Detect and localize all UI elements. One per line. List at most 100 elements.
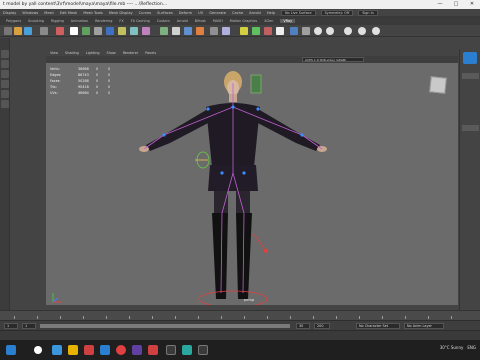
- menu-curves[interactable]: Curves: [139, 11, 151, 15]
- range-start-field[interactable]: 1: [22, 323, 36, 329]
- search-icon[interactable]: [34, 346, 42, 354]
- shelf-tab-arnold[interactable]: Arnold: [177, 19, 188, 23]
- paint-tool-icon[interactable]: [1, 70, 9, 78]
- shelf-tool-icon[interactable]: [118, 27, 126, 35]
- shelf-tab-sculpting[interactable]: Sculpting: [28, 19, 44, 23]
- app-icon[interactable]: [100, 345, 110, 355]
- shelf-tool-icon[interactable]: [210, 27, 218, 35]
- viewport-menu-renderer[interactable]: Renderer: [123, 51, 138, 55]
- rotate-tool-icon[interactable]: [1, 90, 9, 98]
- shelf-tool-icon[interactable]: [372, 27, 380, 35]
- shelf-tool-icon[interactable]: [14, 27, 22, 35]
- shelf-tab-rendering[interactable]: Rendering: [95, 19, 112, 23]
- viewport-menu-show[interactable]: Show: [107, 51, 116, 55]
- shelf-tab-mash[interactable]: MASH: [213, 19, 223, 23]
- shelf-tool-icon[interactable]: [82, 27, 90, 35]
- shelf-tool-icon[interactable]: [264, 27, 272, 35]
- menu-edit-mesh[interactable]: Edit Mesh: [60, 11, 78, 15]
- menu-uv[interactable]: UV: [198, 11, 203, 15]
- color-management-dropdown[interactable]: ACES 1.0 SDR-video (sRGB): [302, 57, 364, 62]
- edge-icon[interactable]: [52, 345, 62, 355]
- command-line[interactable]: [0, 330, 480, 340]
- menu-display[interactable]: Display: [3, 11, 16, 15]
- viewport-menu-view[interactable]: View: [50, 51, 58, 55]
- app-icon[interactable]: [132, 345, 142, 355]
- shelf-tool-icon[interactable]: [344, 27, 352, 35]
- shelf-tool-icon[interactable]: [196, 27, 204, 35]
- character-set-dropdown[interactable]: No Character Set: [356, 323, 400, 329]
- shelf-tab-custom[interactable]: Custom: [157, 19, 170, 23]
- shelf-tool-icon[interactable]: [24, 27, 32, 35]
- shelf-tool-icon[interactable]: [160, 27, 168, 35]
- shelf-tool-icon[interactable]: [142, 27, 150, 35]
- app-icon[interactable]: [84, 345, 94, 355]
- chrome-icon[interactable]: [116, 345, 126, 355]
- close-button[interactable]: ✕: [464, 0, 480, 9]
- shelf-tool-icon[interactable]: [252, 27, 260, 35]
- panel-section[interactable]: [462, 125, 479, 131]
- shelf-tool-icon[interactable]: [70, 27, 78, 35]
- shelf-tab-bifrost[interactable]: Bifrost: [195, 19, 206, 23]
- range-slider[interactable]: [40, 324, 290, 328]
- panel-section[interactable]: [462, 73, 479, 79]
- shelf-tool-icon[interactable]: [40, 27, 48, 35]
- start-frame-field[interactable]: 1: [4, 323, 18, 329]
- live-surface-dropdown[interactable]: No Live Surface: [281, 9, 316, 16]
- language-indicator[interactable]: ENG: [467, 345, 476, 350]
- character-model[interactable]: [46, 63, 458, 305]
- shelf-tool-icon[interactable]: [184, 27, 192, 35]
- menu-mesh-display[interactable]: Mesh Display: [109, 11, 133, 15]
- shelf-tab-vray[interactable]: VRay: [280, 19, 296, 23]
- scale-tool-icon[interactable]: [1, 100, 9, 108]
- maya-icon[interactable]: [182, 345, 192, 355]
- sign-in-button[interactable]: Sign In: [358, 9, 378, 16]
- file-explorer-icon[interactable]: [68, 345, 78, 355]
- menu-surfaces[interactable]: Surfaces: [157, 11, 173, 15]
- shelf-tool-icon[interactable]: [314, 27, 322, 35]
- app-icon[interactable]: [198, 345, 208, 355]
- shelf-tool-icon[interactable]: [326, 27, 334, 35]
- view-cube[interactable]: [429, 76, 447, 94]
- shelf-tab-fx[interactable]: FX: [119, 19, 123, 23]
- symmetry-dropdown[interactable]: Symmetry: Off: [320, 9, 354, 16]
- shelf-tool-icon[interactable]: [222, 27, 230, 35]
- menu-generate[interactable]: Generate: [209, 11, 226, 15]
- lasso-tool-icon[interactable]: [1, 60, 9, 68]
- app-icon[interactable]: [166, 345, 176, 355]
- windows-start-icon[interactable]: [6, 345, 16, 355]
- move-tool-icon[interactable]: [1, 80, 9, 88]
- shelf-tab-animation[interactable]: Animation: [71, 19, 88, 23]
- menu-arnold[interactable]: Arnold: [249, 11, 261, 15]
- menu-help[interactable]: Help: [267, 11, 275, 15]
- menu-mesh[interactable]: Mesh: [44, 11, 53, 15]
- weather-status[interactable]: 30°C Sunny: [440, 345, 464, 350]
- shelf-tool-icon[interactable]: [106, 27, 114, 35]
- shelf-tool-icon[interactable]: [56, 27, 64, 35]
- shelf-tab-fx-caching[interactable]: FX Caching: [131, 19, 150, 23]
- app-icon[interactable]: [148, 345, 158, 355]
- shelf-tab-polygons[interactable]: Polygons: [6, 19, 21, 23]
- shelf-tool-icon[interactable]: [94, 27, 102, 35]
- maximize-button[interactable]: □: [448, 0, 464, 9]
- menu-windows[interactable]: Windows: [22, 11, 38, 15]
- shelf-tab-xgen[interactable]: XGen: [264, 19, 273, 23]
- shelf-tool-icon[interactable]: [172, 27, 180, 35]
- menu-cache[interactable]: Cache: [232, 11, 243, 15]
- menu-mesh-tools[interactable]: Mesh Tools: [83, 11, 102, 15]
- shelf-tool-icon[interactable]: [290, 27, 298, 35]
- shelf-tool-icon[interactable]: [130, 27, 138, 35]
- viewport-menu-panels[interactable]: Panels: [145, 51, 156, 55]
- shelf-tool-icon[interactable]: [358, 27, 366, 35]
- shelf-tool-icon[interactable]: [240, 27, 248, 35]
- shelf-tool-icon[interactable]: [302, 27, 310, 35]
- minimize-button[interactable]: —: [432, 0, 448, 9]
- anim-layer-dropdown[interactable]: No Anim Layer: [404, 323, 444, 329]
- viewport-menu-shading[interactable]: Shading: [65, 51, 79, 55]
- shelf-tool-icon[interactable]: [276, 27, 284, 35]
- end-frame-field[interactable]: 200: [314, 323, 330, 329]
- shelf-tab-motion-graphics[interactable]: Motion Graphics: [230, 19, 258, 23]
- range-end-field[interactable]: 30: [296, 323, 310, 329]
- viewport-menu-lighting[interactable]: Lighting: [86, 51, 100, 55]
- shelf-tab-rigging[interactable]: Rigging: [51, 19, 64, 23]
- shelf-tool-icon[interactable]: [4, 27, 12, 35]
